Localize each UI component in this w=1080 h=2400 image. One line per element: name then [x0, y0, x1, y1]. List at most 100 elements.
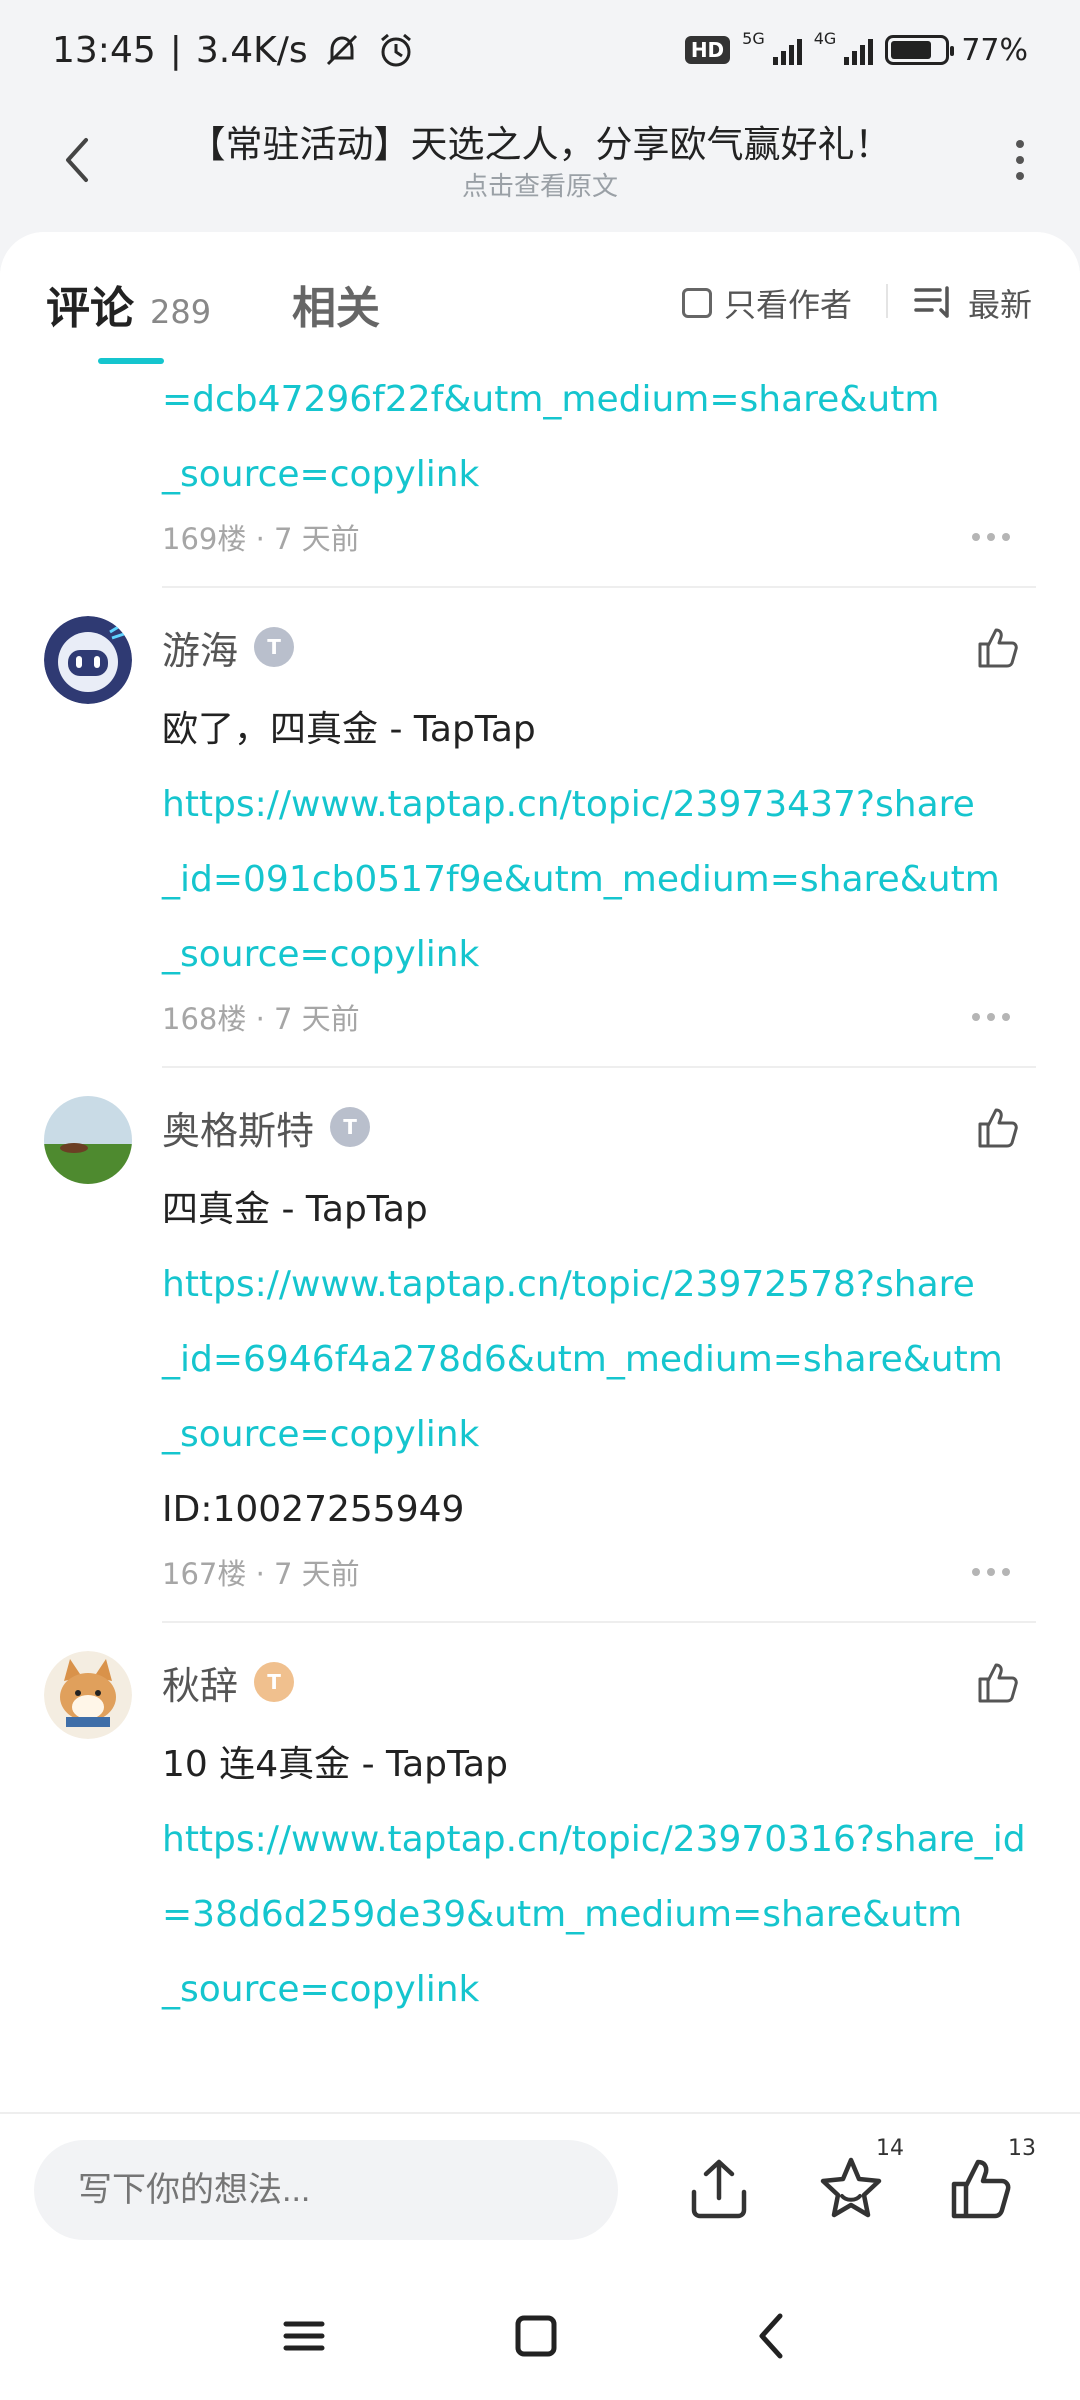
thumb-up-icon[interactable]	[974, 1104, 1022, 1152]
comment-link[interactable]: _source=copylink	[162, 437, 1036, 512]
status-bar: 13:45 | 3.4K/s HD 5G 4G 77%	[0, 0, 1080, 100]
comment-divider	[162, 1621, 1036, 1623]
comment-meta: 167楼 · 7 天前	[162, 1551, 1036, 1593]
hd-voice-icon: HD	[684, 36, 731, 64]
floor-number: 168楼	[162, 1002, 247, 1036]
share-icon[interactable]	[684, 2154, 754, 2224]
avatar[interactable]	[44, 616, 132, 704]
comment-item: 奥格斯特 T 四真金 - TapTap https://www.taptap.c…	[0, 1082, 1080, 1623]
comment-time: 7 天前	[274, 522, 360, 556]
more-dot-icon	[1016, 172, 1024, 180]
battery-icon	[885, 35, 955, 65]
divider	[886, 284, 888, 318]
tab-bar: 评论 289 相关 只看作者 最新	[0, 232, 1080, 364]
mute-icon	[326, 34, 357, 66]
favorite-count: 14	[876, 2136, 904, 2161]
comment-link[interactable]: =38d6d259de39&utm_medium=share&utm	[162, 1877, 1036, 1952]
floor-number: 169楼	[162, 522, 247, 556]
like-count: 13	[1008, 2136, 1036, 2161]
comment-link[interactable]: https://www.taptap.cn/topic/23970316?sha…	[162, 1802, 1036, 1877]
more-dot-icon	[1016, 140, 1024, 148]
username[interactable]: 游海	[162, 620, 238, 675]
battery-percent: 77%	[961, 32, 1028, 68]
more-options-button[interactable]	[1000, 130, 1040, 190]
system-navigation-bar	[0, 2272, 1080, 2400]
comment-text: 10 连4真金 - TapTap	[162, 1744, 508, 1785]
menu-icon[interactable]	[274, 2306, 334, 2366]
floor-number: 167楼	[162, 1557, 247, 1591]
network-type-1: 5G	[742, 28, 765, 48]
status-net-speed: 3.4K/s	[195, 29, 308, 71]
thumb-up-icon[interactable]	[974, 1659, 1022, 1707]
meta-separator: ·	[246, 1557, 275, 1591]
status-divider: |	[169, 29, 182, 71]
tab-comments-label: 评论	[46, 283, 134, 334]
author-only-label: 只看作者	[724, 286, 853, 324]
thumb-up-icon[interactable]	[974, 624, 1022, 672]
level-badge-icon: T	[254, 1662, 295, 1702]
comment-text: 欧了，四真金 - TapTap	[162, 709, 536, 750]
sort-label: 最新	[968, 286, 1033, 324]
comment-link[interactable]: _id=091cb0517f9e&utm_medium=share&utm	[162, 842, 1036, 917]
tab-related[interactable]: 相关	[292, 272, 380, 336]
comment-time: 7 天前	[274, 1557, 360, 1591]
meta-separator: ·	[246, 1002, 275, 1036]
comment-item: =dcb47296f22f&utm_medium=share&utm _sour…	[0, 362, 1080, 588]
username[interactable]: 秋辞	[162, 1655, 238, 1710]
comment-link[interactable]: _id=6946f4a278d6&utm_medium=share&utm	[162, 1322, 1036, 1397]
landscape-avatar-icon	[44, 1096, 132, 1184]
comment-list: =dcb47296f22f&utm_medium=share&utm _sour…	[0, 362, 1080, 2027]
comment-text: 四真金 - TapTap	[162, 1189, 428, 1230]
comment-more-button[interactable]	[972, 1013, 1010, 1021]
active-tab-indicator	[98, 358, 164, 364]
username[interactable]: 奥格斯特	[162, 1100, 314, 1155]
avatar[interactable]	[44, 1651, 132, 1739]
robot-avatar-icon	[44, 616, 132, 704]
signal-icon	[844, 35, 874, 65]
author-only-toggle[interactable]: 只看作者	[682, 280, 852, 326]
signal-icon	[772, 35, 802, 65]
sort-button[interactable]: 最新	[914, 280, 1032, 326]
comment-more-button[interactable]	[972, 1568, 1010, 1576]
comment-divider	[162, 586, 1036, 588]
back-button[interactable]	[52, 130, 102, 190]
comment-time: 7 天前	[274, 1002, 360, 1036]
comment-link[interactable]: https://www.taptap.cn/topic/23972578?sha…	[162, 1247, 1036, 1322]
comment-count: 289	[150, 293, 212, 331]
author-only-checkbox[interactable]	[682, 288, 712, 318]
back-nav-icon[interactable]	[742, 2306, 802, 2366]
meta-separator: ·	[246, 522, 275, 556]
comment-item: 秋辞 T 10 连4真金 - TapTap https://www.taptap…	[0, 1637, 1080, 2027]
bottom-action-bar: 14 13	[0, 2112, 1080, 2272]
dog-avatar-icon	[44, 1651, 132, 1739]
content-sheet: 评论 289 相关 只看作者 最新 =dcb47296f22f&utm_mediu…	[0, 232, 1080, 2112]
post-title[interactable]: 【常驻活动】天选之人，分享欧气赢好礼！	[140, 114, 940, 168]
comment-input[interactable]	[34, 2140, 618, 2240]
comment-text: ID:10027255949	[162, 1489, 465, 1530]
like-icon[interactable]	[946, 2154, 1016, 2224]
comment-link[interactable]: =dcb47296f22f&utm_medium=share&utm	[162, 362, 1036, 437]
comment-link[interactable]: _source=copylink	[162, 917, 1036, 992]
comment-link[interactable]: _source=copylink	[162, 1952, 1036, 2027]
tab-comments[interactable]: 评论 289	[46, 272, 211, 336]
comment-meta: 168楼 · 7 天前	[162, 996, 1036, 1038]
status-time: 13:45	[52, 29, 156, 71]
avatar[interactable]	[44, 1096, 132, 1184]
level-badge-icon: T	[330, 1107, 371, 1147]
home-icon[interactable]	[506, 2306, 566, 2366]
top-nav: 【常驻活动】天选之人，分享欧气赢好礼！ 点击查看原文	[0, 100, 1080, 230]
comment-divider	[162, 1066, 1036, 1068]
sort-icon	[914, 286, 949, 318]
favorite-star-icon[interactable]	[816, 2154, 886, 2224]
comment-more-button[interactable]	[972, 533, 1010, 541]
comment-link[interactable]: https://www.taptap.cn/topic/23973437?sha…	[162, 767, 1036, 842]
scroll-fade	[0, 2052, 1080, 2112]
alarm-icon	[380, 33, 411, 67]
comment-link[interactable]: _source=copylink	[162, 1397, 1036, 1472]
network-type-2: 4G	[813, 28, 837, 48]
level-badge-icon: T	[254, 627, 295, 667]
view-original-link[interactable]: 点击查看原文	[140, 166, 940, 203]
more-dot-icon	[1016, 156, 1024, 164]
comment-meta: 169楼 · 7 天前	[162, 516, 1036, 558]
comment-item: 游海 T 欧了，四真金 - TapTap https://www.taptap.…	[0, 602, 1080, 1068]
